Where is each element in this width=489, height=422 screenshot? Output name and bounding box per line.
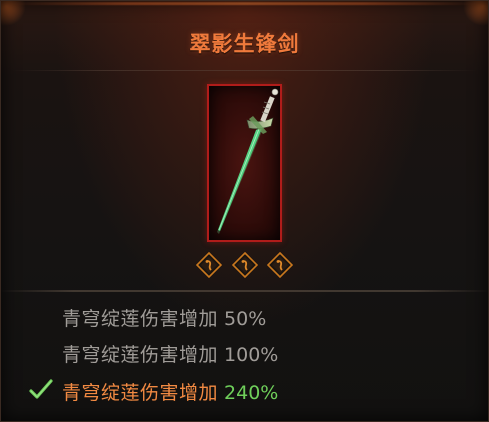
section-divider xyxy=(0,290,489,292)
jade-sword-icon xyxy=(217,88,279,234)
affix-name: 青穹绽莲伤害增加 xyxy=(62,382,219,404)
affix-value: 240% xyxy=(224,382,279,404)
rune-socket-icon[interactable] xyxy=(232,252,258,278)
affix-line: 青穹绽莲伤害增加 50% xyxy=(62,305,266,333)
affix-name: 青穹绽莲伤害增加 xyxy=(62,344,219,366)
affix-value: 100% xyxy=(224,344,279,366)
rune-socket-icon[interactable] xyxy=(267,252,293,278)
socket-row xyxy=(196,252,293,278)
rune-socket-icon[interactable] xyxy=(196,252,222,278)
affix-line: 青穹绽莲伤害增加 100% xyxy=(62,341,278,369)
item-icon-slot[interactable] xyxy=(207,84,282,242)
affix-name: 青穹绽莲伤害增加 xyxy=(62,308,219,330)
affix-line-active: 青穹绽莲伤害增加 240% xyxy=(62,379,278,407)
tooltip-top-border xyxy=(10,2,479,5)
item-tooltip: 翠影生锋剑 青穹绽莲伤害增加 50% 青穹绽莲伤害增加 100% 青穹绽莲伤害增… xyxy=(0,0,489,422)
title-divider xyxy=(12,70,477,71)
item-title: 翠影生锋剑 xyxy=(189,32,300,56)
affix-value: 50% xyxy=(224,308,267,330)
checkmark-icon xyxy=(29,379,53,399)
